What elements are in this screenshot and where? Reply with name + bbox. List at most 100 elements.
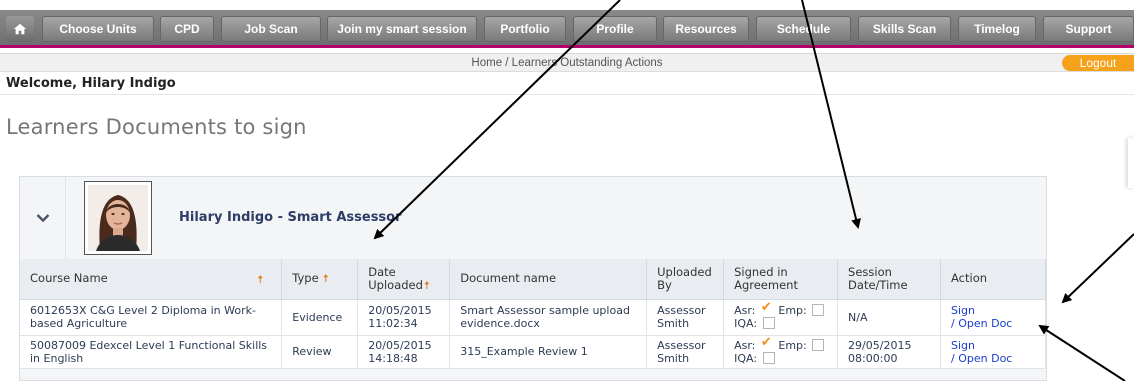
asr-checkbox[interactable] (761, 301, 773, 316)
page-title: Learners Documents to sign (6, 115, 307, 139)
time-value: 11:02:34 (368, 317, 418, 330)
nav-cpd-button[interactable]: CPD (160, 16, 214, 42)
divider (0, 94, 1134, 95)
asr-checkbox[interactable] (761, 336, 773, 351)
column-header-session: Session Date/Time (837, 259, 942, 300)
emp-label: Emp: (778, 304, 807, 317)
column-header-type[interactable]: Type 🠅 (281, 259, 359, 300)
column-header-course[interactable]: Course Name 🠅 (20, 259, 283, 300)
home-icon (13, 23, 27, 35)
column-header-label: Uploaded (368, 277, 423, 292)
session-value: N/A (848, 310, 868, 324)
iqa-label: IQA: (734, 351, 758, 365)
column-header-label: Course Name (30, 271, 108, 286)
annotation-arrow (1061, 233, 1134, 304)
emp-checkbox[interactable] (812, 304, 825, 316)
cell-type: Review (281, 335, 359, 369)
column-header-uploaded-by: Uploaded By (646, 259, 725, 300)
iqa-label: IQA: (734, 317, 758, 330)
cell-signed: Asr: Emp: IQA: (723, 299, 839, 336)
annotation-arrow (1038, 324, 1126, 381)
nav-support-button[interactable]: Support (1043, 16, 1134, 42)
cell-course: 50087009 Edexcel Level 1 Functional Skil… (20, 335, 283, 369)
column-header-label: Signed in (734, 264, 788, 279)
column-header-label: By (657, 277, 672, 292)
uploaded-by-value: Assessor (657, 338, 706, 352)
iqa-checkbox[interactable] (762, 351, 775, 364)
cell-uploaded-by: Assessor Smith (646, 299, 725, 336)
session-value: 29/05/2015 (848, 338, 912, 352)
chevron-down-icon (36, 214, 49, 223)
sort-up-icon[interactable]: 🠅 (257, 273, 263, 286)
time-value: 14:18:48 (368, 351, 418, 365)
table-row: 6012653X C&G Level 2 Diploma in Work-bas… (20, 299, 1046, 336)
cell-date: 20/05/2015 14:18:48 (357, 335, 451, 369)
column-header-label: Date/Time (848, 277, 908, 292)
table-row: 50087009 Edexcel Level 1 Functional Skil… (20, 335, 1046, 369)
column-header-label: Date (368, 264, 396, 279)
uploaded-by-value: Smith (657, 317, 690, 330)
top-navigation: Choose Units CPD Job Scan Join my smart … (0, 0, 1134, 54)
sort-up-icon[interactable]: 🠅 (323, 272, 329, 285)
avatar (84, 181, 152, 255)
column-header-label: Action (951, 271, 988, 286)
sign-link[interactable]: Sign (951, 304, 975, 317)
column-header-label: Agreement (734, 277, 798, 292)
column-header-signed: Signed in Agreement (723, 259, 839, 300)
cell-action: Sign / Open Doc (940, 299, 1046, 336)
column-header-date[interactable]: Date Uploaded🠅 (357, 259, 451, 300)
sign-link[interactable]: Sign (951, 339, 975, 352)
learner-photo (88, 185, 148, 251)
cell-document: 315_Example Review 1 (449, 335, 648, 369)
side-panel-edge (1128, 138, 1134, 188)
iqa-checkbox[interactable] (762, 317, 775, 329)
uploaded-by-value: Assessor (657, 304, 706, 317)
column-header-label: Session (848, 264, 892, 279)
cell-date: 20/05/2015 11:02:34 (357, 299, 451, 336)
cell-session: 29/05/2015 08:00:00 (837, 335, 942, 369)
cell-session: N/A (837, 299, 942, 336)
emp-checkbox[interactable] (812, 338, 825, 351)
nav-resources-button[interactable]: Resources (663, 16, 749, 42)
date-value: 20/05/2015 (368, 304, 432, 317)
nav-skills-scan-button[interactable]: Skills Scan (858, 16, 951, 42)
cell-course: 6012653X C&G Level 2 Diploma in Work-bas… (20, 299, 283, 336)
learner-panel: Hilary Indigo - Smart Assessor Course Na… (19, 176, 1047, 381)
breadcrumb[interactable]: Home / Learners Outstanding Actions (0, 54, 1134, 72)
date-value: 20/05/2015 (368, 338, 432, 352)
cell-type: Evidence (281, 299, 359, 336)
welcome-message: Welcome, Hilary Indigo (6, 76, 176, 91)
nav-portfolio-button[interactable]: Portfolio (484, 16, 566, 42)
asr-label: Asr: (734, 338, 756, 352)
nav-timelog-button[interactable]: Timelog (958, 16, 1036, 42)
column-header-action: Action (940, 259, 1046, 300)
sort-up-icon[interactable]: 🠅 (424, 279, 430, 292)
column-header-label: Uploaded (657, 264, 712, 279)
cell-action: Sign / Open Doc (940, 335, 1046, 369)
session-time-value: 08:00:00 (848, 351, 898, 365)
documents-table: Course Name 🠅 Type 🠅 Date Uploaded🠅 Documen… (20, 259, 1046, 369)
nav-schedule-button[interactable]: Schedule (756, 16, 851, 42)
nav-choose-units-button[interactable]: Choose Units (42, 16, 154, 42)
nav-job-scan-button[interactable]: Job Scan (221, 16, 321, 42)
home-button[interactable] (6, 16, 34, 42)
nav-join-smart-session-button[interactable]: Join my smart session (327, 16, 477, 42)
column-header-document: Document name (449, 259, 648, 300)
column-header-label: Document name (460, 271, 557, 286)
expand-toggle[interactable] (20, 177, 66, 259)
cell-document: Smart Assessor sample upload evidence.do… (449, 299, 648, 336)
table-header-row: Course Name 🠅 Type 🠅 Date Uploaded🠅 Documen… (20, 259, 1046, 300)
asr-label: Asr: (734, 304, 756, 317)
learner-name: Hilary Indigo - Smart Assessor (179, 210, 402, 225)
uploaded-by-value: Smith (657, 351, 690, 365)
nav-bar: Choose Units CPD Job Scan Join my smart … (0, 10, 1134, 48)
emp-label: Emp: (778, 338, 807, 352)
column-header-label: Type (292, 271, 319, 286)
learner-panel-header: Hilary Indigo - Smart Assessor (20, 177, 1046, 259)
open-doc-link[interactable]: / Open Doc (951, 317, 1012, 330)
cell-uploaded-by: Assessor Smith (646, 335, 725, 369)
nav-profile-button[interactable]: Profile (573, 16, 657, 42)
cell-signed: Asr: Emp: IQA: (723, 335, 839, 369)
open-doc-link[interactable]: / Open Doc (951, 352, 1012, 365)
logout-button[interactable]: Logout (1062, 55, 1134, 71)
